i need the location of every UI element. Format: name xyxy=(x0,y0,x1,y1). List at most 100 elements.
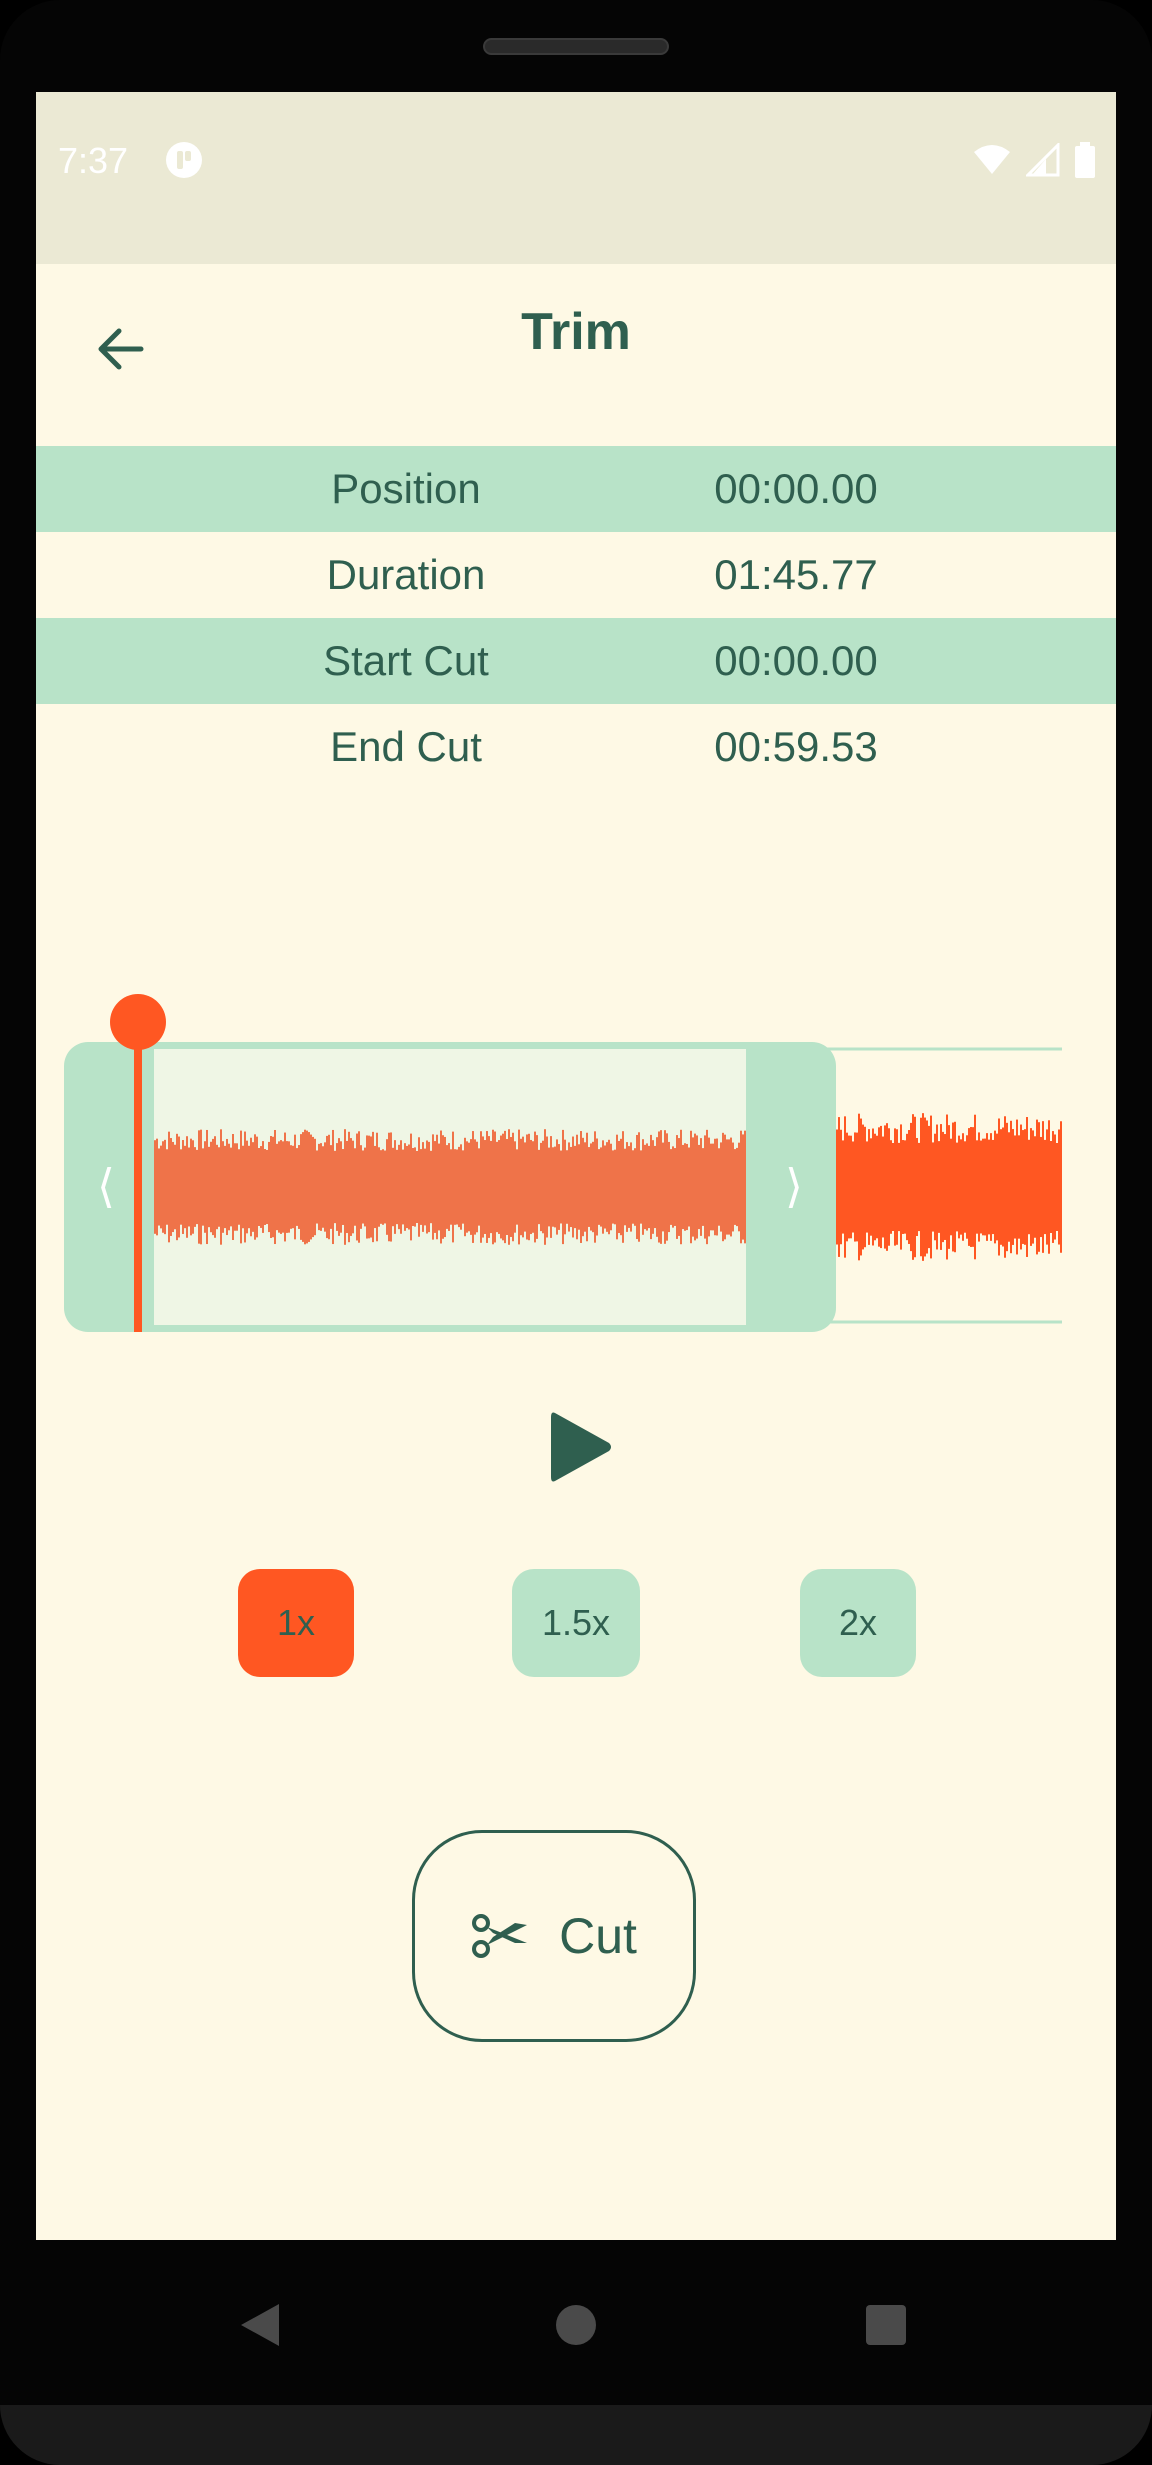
playhead-line[interactable] xyxy=(134,1032,142,1332)
waveform-bar xyxy=(944,1134,946,1240)
waveform-bar xyxy=(334,1150,336,1224)
waveform-bar xyxy=(920,1117,922,1257)
waveform-bar xyxy=(576,1134,578,1240)
waveform-bar xyxy=(364,1147,366,1227)
info-value: 01:45.77 xyxy=(714,551,878,598)
waveform-bar xyxy=(638,1132,640,1242)
waveform-bar xyxy=(908,1130,910,1244)
waveform-bar xyxy=(898,1142,900,1232)
waveform-bar xyxy=(558,1144,560,1230)
waveform-bar xyxy=(196,1149,198,1225)
waveform-bar xyxy=(454,1149,456,1225)
play-button[interactable] xyxy=(536,1402,626,1492)
waveform-bar xyxy=(280,1140,282,1234)
waveform-bar xyxy=(264,1149,266,1225)
waveform-bar xyxy=(700,1138,702,1236)
waveform-bar xyxy=(282,1141,284,1233)
waveform-bar xyxy=(974,1114,976,1260)
waveform-bar xyxy=(890,1140,892,1234)
waveform-bar xyxy=(918,1142,920,1232)
status-icons xyxy=(972,142,1096,178)
waveform-bar xyxy=(848,1135,850,1239)
battery-icon xyxy=(1075,142,1095,178)
nav-back-button[interactable] xyxy=(225,2290,295,2360)
cut-button[interactable]: Cut xyxy=(412,1830,696,2042)
waveform-bar xyxy=(1000,1129,1002,1245)
waveform-bar xyxy=(432,1134,434,1240)
waveform-bar xyxy=(680,1129,682,1245)
waveform-bar xyxy=(160,1145,162,1229)
waveform-bar xyxy=(886,1123,888,1251)
waveform-bar xyxy=(686,1143,688,1231)
waveform-bar xyxy=(1008,1132,1010,1242)
speed-1x-button[interactable]: 1x xyxy=(238,1569,354,1677)
info-label: Duration xyxy=(326,551,486,598)
waveform-bar xyxy=(580,1131,582,1243)
waveform-bar xyxy=(948,1125,950,1249)
waveform-bar xyxy=(292,1145,294,1229)
waveform-bar xyxy=(552,1147,554,1227)
waveform-bar xyxy=(486,1131,488,1243)
waveform-bar xyxy=(556,1139,558,1235)
waveform-bar xyxy=(198,1130,200,1244)
waveform-bar xyxy=(178,1136,180,1238)
waveform-bar xyxy=(850,1135,852,1239)
waveform-bar xyxy=(902,1140,904,1234)
waveform-bar xyxy=(570,1146,572,1228)
scissors-icon xyxy=(472,1914,528,1958)
nav-home-button[interactable] xyxy=(541,2290,611,2360)
waveform-bar xyxy=(210,1141,212,1233)
waveform-bar xyxy=(508,1129,510,1245)
waveform-bar xyxy=(670,1149,672,1225)
waveform-bar xyxy=(674,1148,676,1226)
waveform-bar xyxy=(526,1134,528,1240)
left-handle[interactable]: ⟨ xyxy=(97,1159,115,1213)
waveform-bar xyxy=(188,1147,190,1227)
waveform-bar xyxy=(690,1130,692,1244)
waveform-bar xyxy=(170,1138,172,1236)
waveform-bar xyxy=(986,1133,988,1241)
waveform-bar xyxy=(538,1149,540,1225)
waveform-bar xyxy=(646,1143,648,1231)
earpiece-speaker xyxy=(483,38,669,55)
waveform-bar xyxy=(336,1143,338,1231)
waveform-bar xyxy=(242,1145,244,1229)
waveform-bar xyxy=(158,1148,160,1226)
waveform-bar xyxy=(358,1131,360,1243)
waveform-bar xyxy=(684,1143,686,1231)
waveform-bar xyxy=(412,1147,414,1227)
right-handle[interactable]: ⟩ xyxy=(785,1159,803,1213)
waveform-bar xyxy=(444,1136,446,1238)
waveform-bar xyxy=(438,1143,440,1231)
waveform-unselected xyxy=(836,1113,1062,1261)
waveform-bar xyxy=(884,1125,886,1249)
waveform-bar xyxy=(250,1137,252,1237)
waveform-bar xyxy=(274,1129,276,1245)
waveform-bar xyxy=(678,1138,680,1236)
waveform-bar xyxy=(1010,1120,1012,1254)
waveform-bar xyxy=(514,1141,516,1233)
waveform-trimmer: ⟨ ⟩ xyxy=(36,992,1116,1332)
info-value: 00:00.00 xyxy=(714,637,878,684)
waveform-bar xyxy=(656,1137,658,1237)
waveform-bar xyxy=(872,1128,874,1246)
waveform-bar xyxy=(300,1134,302,1240)
waveform-bar xyxy=(490,1140,492,1234)
speed-1-5x-button[interactable]: 1.5x xyxy=(512,1569,640,1677)
waveform-bar xyxy=(408,1144,410,1230)
waveform-bar xyxy=(962,1133,964,1241)
waveform-bar xyxy=(194,1147,196,1227)
waveform-bar xyxy=(1038,1122,1040,1252)
info-row-end-cut: End Cut 00:59.53 xyxy=(36,704,1116,790)
waveform-bar xyxy=(658,1131,660,1243)
waveform-bar xyxy=(252,1142,254,1232)
waveform-bar xyxy=(734,1149,736,1225)
system-nav-bar xyxy=(0,2240,1152,2405)
waveform-bar xyxy=(232,1133,234,1241)
nav-recents-button[interactable] xyxy=(851,2290,921,2360)
playhead-knob[interactable] xyxy=(110,994,166,1050)
waveform-bar xyxy=(386,1139,388,1235)
speed-2x-button[interactable]: 2x xyxy=(800,1569,916,1677)
info-table: Position 00:00.00 Duration 01:45.77 Star… xyxy=(36,446,1116,790)
waveform-bar xyxy=(966,1135,968,1239)
